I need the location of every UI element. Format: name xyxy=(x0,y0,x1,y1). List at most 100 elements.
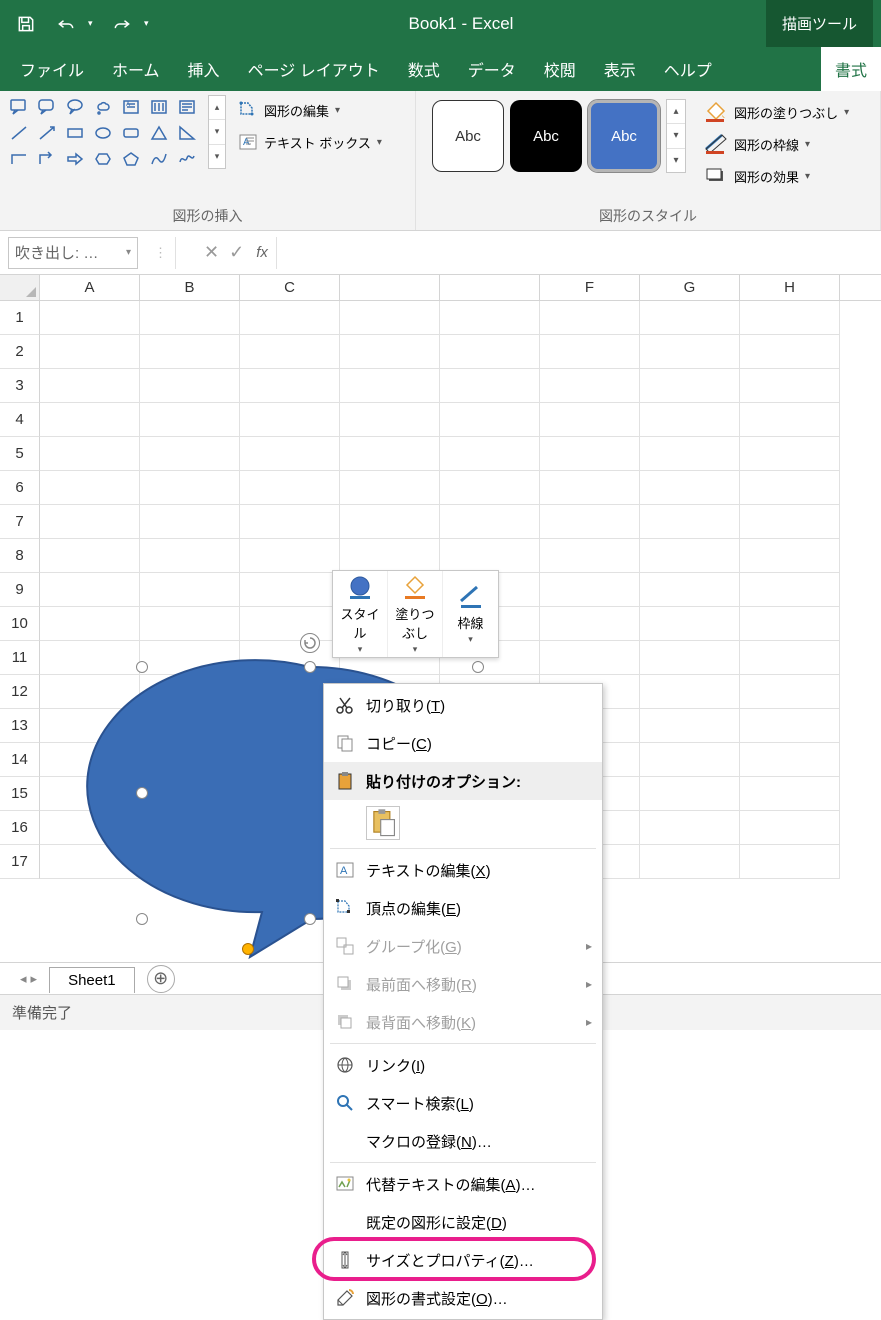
contextual-tool-tab[interactable]: 描画ツール xyxy=(766,0,873,47)
row-header[interactable]: 6 xyxy=(0,471,40,505)
edit-shapes-button[interactable]: 図形の編集 ▾ xyxy=(232,95,388,125)
fx-icon[interactable]: fx xyxy=(256,244,268,261)
cell[interactable] xyxy=(640,777,740,811)
shape-rightarrow-icon[interactable] xyxy=(62,147,88,171)
menu-item[interactable]: スマート検索(L) xyxy=(324,1084,602,1122)
cell[interactable] xyxy=(140,301,240,335)
row-header[interactable]: 11 xyxy=(0,641,40,675)
cell[interactable] xyxy=(340,301,440,335)
cell[interactable] xyxy=(540,539,640,573)
scroll-up-icon[interactable]: ▴ xyxy=(667,100,685,124)
cell[interactable] xyxy=(240,539,340,573)
shape-line-icon[interactable] xyxy=(6,121,32,145)
scroll-down-icon[interactable]: ▾ xyxy=(209,120,225,144)
shape-roundrect-icon[interactable] xyxy=(118,121,144,145)
textbox-button[interactable]: A テキスト ボックス ▾ xyxy=(232,127,388,157)
cell[interactable] xyxy=(240,505,340,539)
cell[interactable] xyxy=(540,471,640,505)
cell[interactable] xyxy=(640,437,740,471)
cell[interactable] xyxy=(740,301,840,335)
cell[interactable] xyxy=(640,811,740,845)
cell[interactable] xyxy=(740,505,840,539)
row-header[interactable]: 12 xyxy=(0,675,40,709)
row-header[interactable]: 17 xyxy=(0,845,40,879)
cell[interactable] xyxy=(240,335,340,369)
cell[interactable] xyxy=(640,641,740,675)
mini-fill-button[interactable]: 塗りつぶし ▾ xyxy=(388,571,443,657)
cell[interactable] xyxy=(740,335,840,369)
scroll-down-icon[interactable]: ▾ xyxy=(667,124,685,148)
menu-item[interactable]: 切り取り(T) xyxy=(324,686,602,724)
row-header[interactable]: 3 xyxy=(0,369,40,403)
style-item-2[interactable]: Abc xyxy=(510,100,582,172)
cell[interactable] xyxy=(440,403,540,437)
cell[interactable] xyxy=(540,607,640,641)
cell[interactable] xyxy=(340,403,440,437)
row-header[interactable]: 15 xyxy=(0,777,40,811)
shapes-gallery-more[interactable]: ▴ ▾ ▾ xyxy=(208,95,226,169)
cell[interactable] xyxy=(440,301,540,335)
cell[interactable] xyxy=(440,437,540,471)
cell[interactable] xyxy=(740,743,840,777)
cell[interactable] xyxy=(240,471,340,505)
cell[interactable] xyxy=(40,301,140,335)
row-header[interactable]: 16 xyxy=(0,811,40,845)
shape-rect-callout-icon[interactable] xyxy=(6,95,32,119)
rotate-handle[interactable] xyxy=(300,633,320,653)
shape-elbow-icon[interactable] xyxy=(6,147,32,171)
shapes-gallery[interactable]: A xyxy=(6,95,206,171)
row-header[interactable]: 8 xyxy=(0,539,40,573)
tab-home[interactable]: ホーム xyxy=(98,47,174,91)
cell[interactable] xyxy=(640,845,740,879)
cell[interactable] xyxy=(640,675,740,709)
tab-insert[interactable]: 挿入 xyxy=(174,47,234,91)
menu-item[interactable]: Aテキストの編集(X) xyxy=(324,851,602,889)
cell[interactable] xyxy=(140,505,240,539)
tab-formulas[interactable]: 数式 xyxy=(394,47,454,91)
row-header[interactable]: 14 xyxy=(0,743,40,777)
cell[interactable] xyxy=(540,301,640,335)
menu-item[interactable]: リンク(I) xyxy=(324,1046,602,1084)
cell[interactable] xyxy=(740,675,840,709)
cell[interactable] xyxy=(640,471,740,505)
cell[interactable] xyxy=(340,369,440,403)
cell[interactable] xyxy=(240,573,340,607)
cell[interactable] xyxy=(340,539,440,573)
cell[interactable] xyxy=(40,539,140,573)
cell[interactable] xyxy=(640,301,740,335)
row-header[interactable]: 1 xyxy=(0,301,40,335)
adjust-handle[interactable] xyxy=(242,943,254,955)
cell[interactable] xyxy=(640,607,740,641)
enter-formula-button[interactable]: ✓ xyxy=(229,242,244,263)
shape-rect-icon[interactable] xyxy=(62,121,88,145)
more-icon[interactable]: ⋮ xyxy=(154,245,167,261)
cell[interactable] xyxy=(740,845,840,879)
cell[interactable] xyxy=(540,505,640,539)
cell[interactable] xyxy=(540,573,640,607)
sheet-nav[interactable]: ◂▸ xyxy=(20,971,37,987)
cell[interactable] xyxy=(540,369,640,403)
column-header[interactable]: C xyxy=(240,275,340,300)
undo-dropdown[interactable]: ▾ xyxy=(88,18,100,29)
cell[interactable] xyxy=(440,505,540,539)
cell[interactable] xyxy=(740,437,840,471)
shape-fill-button[interactable]: 図形の塗りつぶし ▾ xyxy=(698,97,855,127)
cell[interactable] xyxy=(640,505,740,539)
style-gallery[interactable]: Abc Abc Abc ▴ ▾ ▾ xyxy=(422,95,690,177)
row-header[interactable]: 4 xyxy=(0,403,40,437)
shape-outline-button[interactable]: 図形の枠線 ▾ xyxy=(698,129,855,159)
cell[interactable] xyxy=(640,539,740,573)
undo-button[interactable] xyxy=(48,6,84,42)
menu-item[interactable]: マクロの登録(N)… xyxy=(324,1122,602,1160)
row-header[interactable]: 9 xyxy=(0,573,40,607)
column-header[interactable]: H xyxy=(740,275,840,300)
cell[interactable] xyxy=(240,437,340,471)
cell[interactable] xyxy=(740,811,840,845)
cell[interactable] xyxy=(740,777,840,811)
cell[interactable] xyxy=(240,369,340,403)
new-sheet-button[interactable]: ⊕ xyxy=(147,965,175,993)
cell[interactable] xyxy=(440,539,540,573)
cell[interactable] xyxy=(140,437,240,471)
cell[interactable] xyxy=(40,505,140,539)
tab-file[interactable]: ファイル xyxy=(6,47,98,91)
